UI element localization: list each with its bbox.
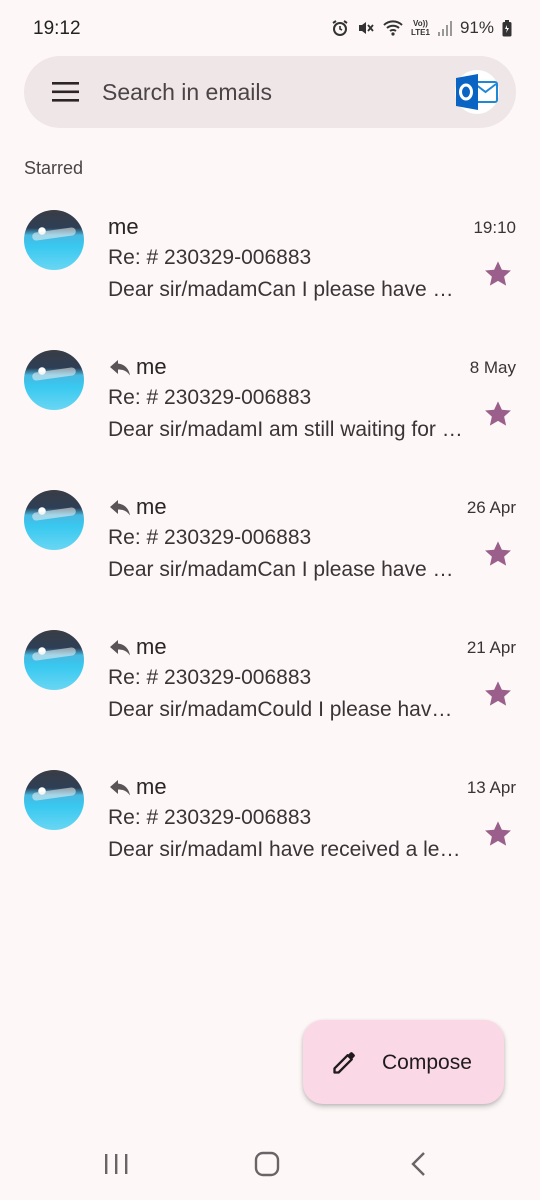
email-subject: Re: # 230329-006883 xyxy=(108,806,312,829)
email-snippet: Dear sir/madamCan I please have a copy o… xyxy=(108,558,463,581)
reply-icon xyxy=(108,777,132,797)
email-snippet: Dear sir/madamI am still waiting for a r… xyxy=(108,418,463,441)
email-date: 8 May xyxy=(469,358,516,377)
sender-name: me xyxy=(108,214,139,239)
email-subject: Re: # 230329-006883 xyxy=(108,386,312,409)
email-subject: Re: # 230329-006883 xyxy=(108,526,312,549)
signal-icon xyxy=(437,20,452,36)
status-time: 19:12 xyxy=(33,18,81,39)
menu-icon[interactable] xyxy=(52,81,80,103)
email-date: 13 Apr xyxy=(466,778,516,797)
sender: me xyxy=(108,774,167,800)
search-input[interactable]: Search in emails xyxy=(102,79,272,106)
sender-name: me xyxy=(136,774,167,799)
lte-label: LTE1 xyxy=(411,28,430,37)
volte-label: Vo)) xyxy=(413,19,428,28)
reply-icon xyxy=(108,637,132,657)
email-snippet: Dear sir/madamCan I please have a copy o… xyxy=(108,278,463,301)
sender: me xyxy=(108,354,167,380)
star-icon[interactable] xyxy=(482,818,514,850)
alarm-icon xyxy=(331,19,349,37)
email-snippet: Dear sir/madamI have received a letter xyxy=(108,838,463,861)
wifi-icon xyxy=(383,20,403,36)
avatar xyxy=(24,490,84,550)
recent-apps-icon[interactable] xyxy=(96,1148,136,1180)
reply-icon xyxy=(108,357,132,377)
email-subject: Re: # 230329-006883 xyxy=(108,246,312,269)
email-date: 26 Apr xyxy=(466,498,516,517)
compose-button[interactable]: Compose xyxy=(303,1020,504,1104)
compose-label: Compose xyxy=(382,1051,472,1074)
sender-name: me xyxy=(136,494,167,519)
status-bar: 19:12 Vo)) LTE1 91% xyxy=(0,0,540,60)
star-icon[interactable] xyxy=(482,538,514,570)
email-item[interactable]: me 13 Apr Re: # 230329-006883 Dear sir/m… xyxy=(0,760,540,900)
avatar xyxy=(24,630,84,690)
star-icon[interactable] xyxy=(482,678,514,710)
status-icons: Vo)) LTE1 91% xyxy=(331,18,512,38)
email-subject: Re: # 230329-006883 xyxy=(108,666,312,689)
navigation-bar xyxy=(0,1130,540,1200)
search-bar[interactable]: Search in emails xyxy=(24,56,516,128)
back-icon[interactable] xyxy=(400,1148,440,1180)
battery-percent: 91% xyxy=(459,18,494,37)
home-icon[interactable] xyxy=(247,1148,287,1180)
network-type: Vo)) LTE1 xyxy=(411,19,430,37)
email-snippet: Dear sir/madamCould I please have an upd… xyxy=(108,698,463,721)
battery-icon xyxy=(502,19,512,37)
pencil-icon xyxy=(331,1048,359,1076)
mute-icon xyxy=(357,19,375,37)
avatar xyxy=(24,770,84,830)
star-icon[interactable] xyxy=(482,398,514,430)
email-item[interactable]: me 21 Apr Re: # 230329-006883 Dear sir/m… xyxy=(0,620,540,760)
avatar xyxy=(24,210,84,270)
email-item[interactable]: me 19:10 Re: # 230329-006883 Dear sir/ma… xyxy=(0,200,540,340)
sender: me xyxy=(108,214,139,240)
email-item[interactable]: me 8 May Re: # 230329-006883 Dear sir/ma… xyxy=(0,340,540,480)
email-date: 21 Apr xyxy=(466,638,516,657)
sender-name: me xyxy=(136,634,167,659)
section-label-starred: Starred xyxy=(24,158,84,178)
sender: me xyxy=(108,494,167,520)
star-icon[interactable] xyxy=(482,258,514,290)
email-date: 19:10 xyxy=(473,218,516,237)
sender-name: me xyxy=(136,354,167,379)
outlook-icon[interactable] xyxy=(454,70,500,114)
reply-icon xyxy=(108,497,132,517)
avatar xyxy=(24,350,84,410)
sender: me xyxy=(108,634,167,660)
email-item[interactable]: me 26 Apr Re: # 230329-006883 Dear sir/m… xyxy=(0,480,540,620)
